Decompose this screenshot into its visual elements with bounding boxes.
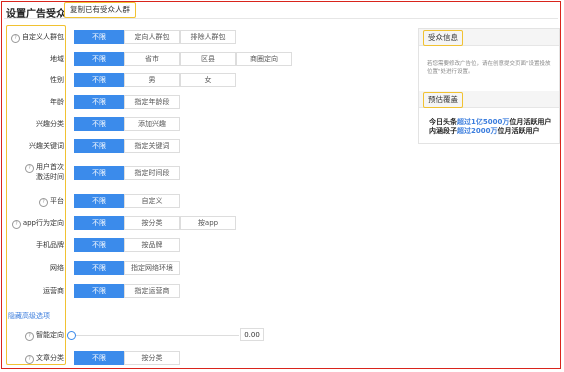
targeting-row-label: ? 用户首次 激活时间 <box>2 163 64 182</box>
coverage-title: 预估覆盖 <box>423 92 463 108</box>
smart-targeting-slider-handle[interactable] <box>67 331 76 340</box>
targeting-option[interactable]: 区县 <box>180 52 236 66</box>
targeting-option[interactable]: 不限 <box>74 216 124 230</box>
smart-targeting-slider-track[interactable] <box>71 335 239 336</box>
article-category-option-by-category[interactable]: 按分类 <box>124 351 180 365</box>
targeting-option[interactable]: 指定年龄段 <box>124 95 180 109</box>
targeting-option[interactable]: 按app <box>180 216 236 230</box>
targeting-option[interactable]: 商圈定向 <box>236 52 292 66</box>
targeting-row-label: 手机品牌 <box>36 241 64 249</box>
audience-info-title: 受众信息 <box>423 30 463 46</box>
coverage-line-toutiao: 今日头条超过1亿5000万位月活跃用户 <box>429 118 552 126</box>
smart-targeting-label: ? 智能定向 <box>2 328 64 342</box>
help-icon[interactable]: ? <box>11 220 21 229</box>
targeting-row-label: 兴趣分类 <box>36 120 64 128</box>
audience-info-header: 受众信息 <box>419 29 559 46</box>
help-icon[interactable]: ? <box>25 332 34 341</box>
targeting-option[interactable]: 指定关键词 <box>124 139 180 153</box>
targeting-row-label: 地域 <box>50 55 64 63</box>
targeting-option[interactable]: 按品牌 <box>124 238 180 252</box>
targeting-option[interactable]: 定向人群包 <box>124 30 180 44</box>
targeting-option[interactable]: 不限 <box>74 117 124 131</box>
targeting-option[interactable]: 不限 <box>74 261 124 275</box>
targeting-option[interactable]: 不限 <box>74 139 124 153</box>
hide-advanced-options-link[interactable]: 隐藏高级选项 <box>8 311 50 321</box>
audience-info-panel: 受众信息 若您需要修改广告位，请在创意提交页面"设置投放位置"处进行设置。 预估… <box>418 28 560 144</box>
targeting-row-label: ? 自定义人群包 <box>2 30 64 44</box>
copy-audience-button[interactable]: 复制已有受众人群 <box>64 2 136 18</box>
targeting-option[interactable]: 指定网络环境 <box>124 261 180 275</box>
coverage-line-neihan: 内涵段子超过2000万位月活跃用户 <box>429 127 540 135</box>
audience-info-note: 若您需要修改广告位，请在创意提交页面"设置投放位置"处进行设置。 <box>427 61 551 75</box>
targeting-option[interactable]: 指定运营商 <box>124 284 180 298</box>
targeting-option[interactable]: 不限 <box>74 30 124 44</box>
help-icon[interactable]: ? <box>25 355 34 364</box>
targeting-row-label: 运营商 <box>43 287 64 295</box>
article-category-label: ? 文章分类 <box>2 351 64 365</box>
coverage-estimate: 今日头条超过1亿5000万位月活跃用户 内涵段子超过2000万位月活跃用户 <box>429 118 557 136</box>
targeting-option[interactable]: 不限 <box>74 284 124 298</box>
targeting-option[interactable]: 女 <box>180 73 236 87</box>
targeting-row-label: ? app行为定向 <box>2 216 64 230</box>
targeting-option[interactable]: 不限 <box>74 52 124 66</box>
targeting-row-label: 网络 <box>50 264 64 272</box>
targeting-option[interactable]: 不限 <box>74 73 124 87</box>
targeting-row-label: 性别 <box>50 76 64 84</box>
help-icon[interactable]: ? <box>25 164 34 173</box>
targeting-option[interactable]: 不限 <box>74 194 124 208</box>
targeting-option[interactable]: 不限 <box>74 238 124 252</box>
targeting-row-label: 兴趣关键词 <box>29 142 64 150</box>
help-icon[interactable]: ? <box>39 198 48 207</box>
targeting-option[interactable]: 排除人群包 <box>180 30 236 44</box>
targeting-option[interactable]: 按分类 <box>124 216 180 230</box>
help-icon[interactable]: ? <box>11 34 20 43</box>
targeting-option[interactable]: 添加兴趣 <box>124 117 180 131</box>
smart-targeting-value[interactable]: 0.00 <box>240 328 264 341</box>
targeting-option[interactable]: 男 <box>124 73 180 87</box>
article-category-option-any[interactable]: 不限 <box>74 351 124 365</box>
targeting-row-label: 年龄 <box>50 98 64 106</box>
targeting-option[interactable]: 不限 <box>74 95 124 109</box>
targeting-option[interactable]: 指定时间段 <box>124 166 180 180</box>
targeting-option[interactable]: 自定义 <box>124 194 180 208</box>
targeting-option[interactable]: 不限 <box>74 166 124 180</box>
targeting-option[interactable]: 省市 <box>124 52 180 66</box>
targeting-row-label: ? 平台 <box>2 194 64 208</box>
coverage-header: 预估覆盖 <box>419 91 559 108</box>
header-divider <box>4 18 558 19</box>
